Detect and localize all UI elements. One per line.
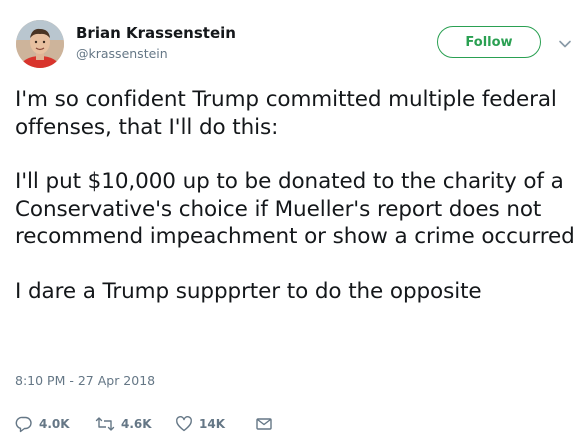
avatar-image	[16, 20, 64, 68]
envelope-icon	[256, 418, 272, 430]
tweet-paragraph: I dare a Trump suppprter to do the oppos…	[15, 278, 482, 304]
avatar[interactable]	[16, 20, 64, 68]
tweet-text: I'm so confident Trump committed multipl…	[15, 86, 575, 305]
tweet-actions: 4.0K 4.6K 14K	[15, 412, 273, 436]
retweet-button[interactable]: 4.6K	[95, 415, 175, 433]
tweet-timestamp[interactable]: 8:10 PM - 27 Apr 2018	[15, 373, 155, 388]
like-button[interactable]: 14K	[175, 415, 255, 433]
user-handle[interactable]: @krassenstein	[76, 46, 168, 61]
direct-message-button[interactable]	[255, 415, 273, 433]
like-count: 14K	[199, 417, 225, 431]
display-name[interactable]: Brian Krassenstein	[76, 24, 236, 42]
reply-icon	[15, 416, 32, 433]
tweet-paragraph: I'm so confident Trump committed multipl…	[15, 87, 557, 140]
tweet-paragraph: I'll put $10,000 up to be donated to the…	[15, 169, 575, 249]
tweet-card: Brian Krassenstein @krassenstein Follow …	[0, 0, 583, 445]
retweet-icon	[95, 417, 115, 431]
reply-count: 4.0K	[39, 417, 70, 431]
follow-button[interactable]: Follow	[437, 26, 541, 58]
heart-icon	[176, 416, 192, 432]
reply-button[interactable]: 4.0K	[15, 415, 95, 433]
retweet-count: 4.6K	[121, 417, 152, 431]
chevron-down-icon[interactable]	[558, 36, 572, 50]
